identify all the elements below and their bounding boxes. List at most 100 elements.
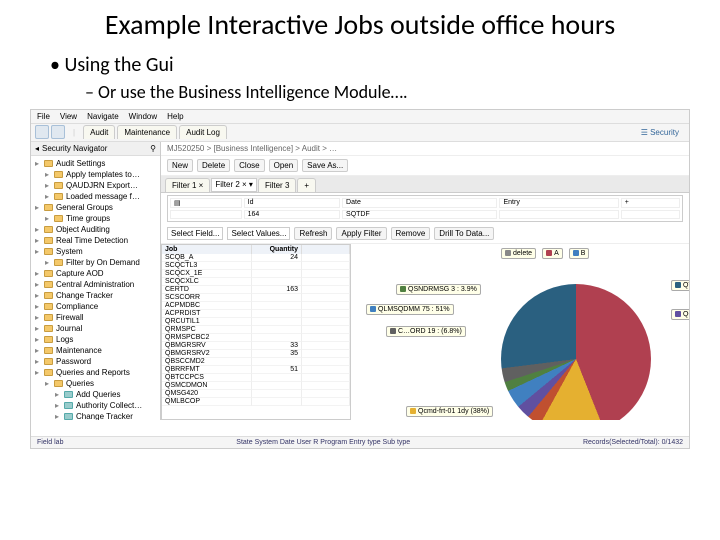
expand-icon[interactable]: ▸ [35, 324, 41, 333]
remove-button[interactable]: Remove [391, 227, 431, 240]
toolbar-icon[interactable] [51, 125, 65, 139]
tab-audit[interactable]: Audit [83, 125, 115, 139]
drill-button[interactable]: Drill To Data... [434, 227, 494, 240]
menu-window[interactable]: Window [129, 112, 157, 121]
tree-item[interactable]: ▸Add Queries [31, 389, 160, 400]
select-field-drop[interactable]: Select Field... [167, 227, 223, 240]
tree-item[interactable]: ▸Password [31, 356, 160, 367]
select-values-drop[interactable]: Select Values... [227, 227, 290, 240]
table-row[interactable]: QRMSPC [162, 326, 350, 334]
legend-item[interactable]: A [542, 248, 563, 259]
expand-icon[interactable]: ▸ [35, 335, 41, 344]
expand-icon[interactable]: ▸ [35, 269, 41, 278]
menu-view[interactable]: View [60, 112, 77, 121]
tree-item[interactable]: ▸Audit Settings [31, 158, 160, 169]
table-row[interactable]: ACPMDBC [162, 302, 350, 310]
expand-icon[interactable]: ▸ [35, 357, 41, 366]
open-button[interactable]: Open [269, 159, 299, 172]
data-table[interactable]: Job Quantity SCQB_A24SCQCTL3SCQCX_1ESCQC… [161, 244, 351, 420]
tab-maintenance[interactable]: Maintenance [117, 125, 177, 139]
expand-icon[interactable]: ▸ [35, 236, 41, 245]
expand-icon[interactable]: ▸ [45, 181, 51, 190]
expand-icon[interactable]: ▸ [35, 203, 41, 212]
expand-icon[interactable]: ▸ [35, 280, 41, 289]
filter-tab-2[interactable]: Filter 2 × ▾ [211, 178, 257, 192]
table-row[interactable]: QRCUTIL1 [162, 318, 350, 326]
delete-button[interactable]: Delete [197, 159, 230, 172]
tree-item[interactable]: ▸Apply templates to… [31, 169, 160, 180]
tree-item[interactable]: ▸Queries [31, 378, 160, 389]
tree-item[interactable]: ▸Maintenance [31, 345, 160, 356]
security-link[interactable]: ☰ Security [641, 128, 685, 137]
expand-icon[interactable]: ▸ [35, 247, 41, 256]
expand-icon[interactable]: ▸ [35, 313, 41, 322]
table-row[interactable]: ACPRDIST [162, 310, 350, 318]
filter-tab-1[interactable]: Filter 1 × [165, 178, 210, 192]
tree-item[interactable]: ▸Filter by On Demand [31, 257, 160, 268]
expand-icon[interactable]: ▸ [35, 225, 41, 234]
expand-icon[interactable]: ▸ [35, 368, 41, 377]
refresh-button[interactable]: Refresh [294, 227, 332, 240]
expand-icon[interactable]: ▸ [35, 302, 41, 311]
toolbar-icon[interactable] [35, 125, 49, 139]
tab-auditlog[interactable]: Audit Log [179, 125, 227, 139]
tree-filter-icon[interactable]: ⚲ [150, 144, 156, 153]
table-row[interactable]: SCQCXLC [162, 278, 350, 286]
menu-file[interactable]: File [37, 112, 50, 121]
tree-item[interactable]: ▸Change Tracker [31, 411, 160, 420]
tree-item[interactable]: ▸Object Auditing [31, 224, 160, 235]
tree-item[interactable]: ▸Real Time Detection [31, 235, 160, 246]
grid-icon[interactable]: ▤ [170, 198, 242, 208]
tree-item[interactable]: ▸Capture AOD [31, 268, 160, 279]
tree-item[interactable]: ▸Queries and Reports [31, 367, 160, 378]
collapse-icon[interactable]: ◂ [35, 144, 39, 153]
tree-item[interactable]: ▸Change Tracker [31, 290, 160, 301]
menu-help[interactable]: Help [167, 112, 183, 121]
table-row[interactable]: SCQCX_1E [162, 270, 350, 278]
table-row[interactable]: QRMSPCBC2 [162, 334, 350, 342]
new-button[interactable]: New [167, 159, 193, 172]
expand-icon[interactable]: ▸ [55, 401, 61, 410]
table-row[interactable]: QMSG420 [162, 390, 350, 398]
table-row[interactable]: SCQCTL3 [162, 262, 350, 270]
add-filter-tab[interactable]: + [297, 178, 316, 192]
filter-tab-3[interactable]: Filter 3 [258, 178, 296, 192]
tree-item[interactable]: ▸Time groups [31, 213, 160, 224]
expand-icon[interactable]: ▸ [45, 214, 51, 223]
table-row[interactable]: SCQB_A24 [162, 254, 350, 262]
tree-item[interactable]: ▸System [31, 246, 160, 257]
menu-navigate[interactable]: Navigate [87, 112, 119, 121]
table-row[interactable]: SCSCORR [162, 294, 350, 302]
expand-icon[interactable]: ▸ [45, 170, 51, 179]
tree-item[interactable]: ▸Central Administration [31, 279, 160, 290]
legend-item[interactable]: B [569, 248, 590, 259]
tree-item[interactable]: ▸Loaded message f… [31, 191, 160, 202]
table-row[interactable]: QBSCCMD2 [162, 358, 350, 366]
expand-icon[interactable]: ▸ [35, 346, 41, 355]
tree-item[interactable]: ▸Journal [31, 323, 160, 334]
pie-chart[interactable] [501, 284, 651, 420]
table-row[interactable]: QBMGRSRV235 [162, 350, 350, 358]
table-row[interactable]: QBTCCPCS [162, 374, 350, 382]
table-row[interactable]: QBMGRSRV33 [162, 342, 350, 350]
table-row[interactable]: CERTD163 [162, 286, 350, 294]
expand-icon[interactable]: ▸ [45, 258, 51, 267]
close-button[interactable]: Close [234, 159, 264, 172]
expand-icon[interactable]: ▸ [55, 412, 61, 420]
legend-item[interactable]: delete [501, 248, 536, 259]
tree-item[interactable]: ▸QAUDJRN Export… [31, 180, 160, 191]
apply-filter-button[interactable]: Apply Filter [336, 227, 386, 240]
table-row[interactable]: QBRRFMT51 [162, 366, 350, 374]
tree-item[interactable]: ▸General Groups [31, 202, 160, 213]
expand-icon[interactable]: ▸ [35, 159, 41, 168]
saveas-button[interactable]: Save As... [302, 159, 348, 172]
table-row[interactable]: QMLBCOP [162, 398, 350, 406]
tree-item[interactable]: ▸Logs [31, 334, 160, 345]
expand-icon[interactable]: ▸ [45, 379, 51, 388]
tree-item[interactable]: ▸Compliance [31, 301, 160, 312]
tree-item[interactable]: ▸Authority Collect… [31, 400, 160, 411]
table-row[interactable]: QSMCDMON [162, 382, 350, 390]
expand-icon[interactable]: ▸ [35, 291, 41, 300]
expand-icon[interactable]: ▸ [45, 192, 51, 201]
add-col-icon[interactable]: + [621, 198, 680, 208]
